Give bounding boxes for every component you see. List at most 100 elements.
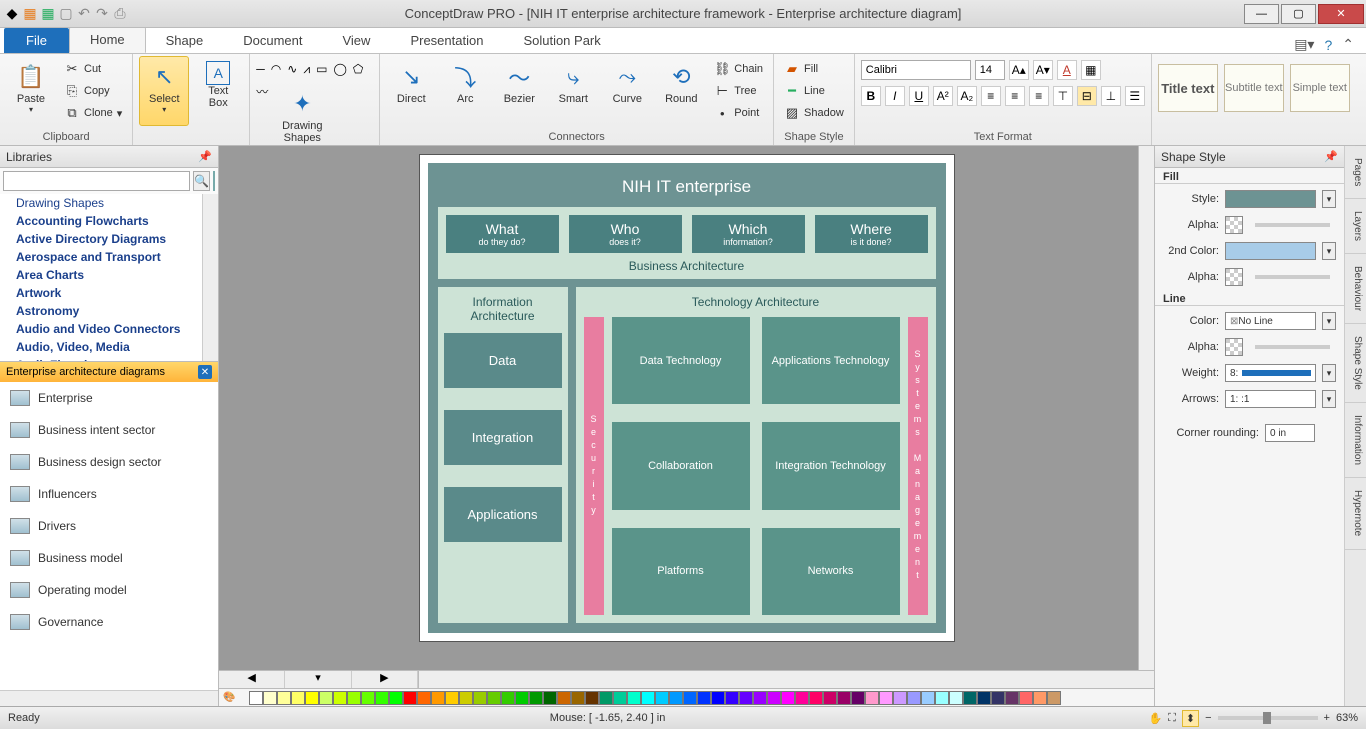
palette-swatch[interactable]: [613, 691, 627, 705]
lib-item[interactable]: Accounting Flowcharts: [0, 212, 218, 230]
palette-swatch[interactable]: [977, 691, 991, 705]
second-color-combo[interactable]: [1225, 242, 1316, 260]
line-weight-combo[interactable]: 8:: [1225, 364, 1316, 382]
palette-swatch[interactable]: [851, 691, 865, 705]
palette-swatch[interactable]: [795, 691, 809, 705]
palette-swatch[interactable]: [501, 691, 515, 705]
tab-view[interactable]: View: [322, 28, 390, 53]
align-center-button[interactable]: ≡: [1005, 86, 1025, 106]
category-header[interactable]: Enterprise architecture diagrams✕: [0, 362, 218, 382]
spline-tool-icon[interactable]: ∿: [287, 62, 297, 76]
library-search-input[interactable]: [3, 171, 190, 191]
line-alpha-slider[interactable]: [1225, 338, 1243, 356]
side-tab-shape-style[interactable]: Shape Style: [1345, 324, 1366, 403]
shape-item[interactable]: Business intent sector: [0, 414, 218, 446]
style-title[interactable]: Title text: [1158, 64, 1218, 112]
line-color-combo[interactable]: ⊠ No Line: [1225, 312, 1316, 330]
palette-swatch[interactable]: [403, 691, 417, 705]
palette-swatch[interactable]: [935, 691, 949, 705]
zoom-slider[interactable]: [1218, 716, 1318, 720]
palette-swatch[interactable]: [291, 691, 305, 705]
pin-icon[interactable]: 📌: [1324, 150, 1338, 163]
palette-swatch[interactable]: [557, 691, 571, 705]
underline-button[interactable]: U: [909, 86, 929, 106]
palette-swatch[interactable]: [963, 691, 977, 705]
bullets-button[interactable]: ☰: [1125, 86, 1145, 106]
close-button[interactable]: ✕: [1318, 4, 1364, 24]
shape-item[interactable]: Influencers: [0, 478, 218, 510]
fill-alpha-slider[interactable]: [1225, 216, 1243, 234]
align-left-button[interactable]: ≡: [981, 86, 1001, 106]
tree-button[interactable]: ⊢Tree: [710, 81, 767, 101]
ba-cell[interactable]: Whichinformation?: [692, 215, 805, 253]
palette-swatch[interactable]: [431, 691, 445, 705]
palette-swatch[interactable]: [319, 691, 333, 705]
lib-item[interactable]: Astronomy: [0, 302, 218, 320]
decrease-font-button[interactable]: A▾: [1033, 60, 1053, 80]
round-button[interactable]: ⟲Round: [656, 56, 706, 126]
tab-document[interactable]: Document: [223, 28, 322, 53]
side-tab-layers[interactable]: Layers: [1345, 199, 1366, 254]
chain-button[interactable]: ⛓Chain: [710, 59, 767, 79]
palette-swatch[interactable]: [585, 691, 599, 705]
palette-swatch[interactable]: [921, 691, 935, 705]
page[interactable]: NIH IT enterprise Whatdo they do? Whodoe…: [419, 154, 955, 642]
pin-icon[interactable]: 📌: [198, 150, 212, 163]
bold-button[interactable]: B: [861, 86, 881, 106]
cut-button[interactable]: ✂Cut: [60, 59, 126, 79]
shape-item[interactable]: Operating model: [0, 574, 218, 606]
drawing-shapes-button[interactable]: ✦Drawing Shapes: [274, 83, 330, 153]
palette-swatch[interactable]: [347, 691, 361, 705]
dd-icon[interactable]: ▾: [1322, 312, 1336, 330]
side-tab-hypernote[interactable]: Hypernote: [1345, 478, 1366, 549]
palette-swatch[interactable]: [823, 691, 837, 705]
lib-item[interactable]: Active Directory Diagrams: [0, 230, 218, 248]
ta-cell[interactable]: Applications Technology: [762, 317, 900, 404]
close-category-icon[interactable]: ✕: [198, 365, 212, 379]
tab-shape[interactable]: Shape: [146, 28, 224, 53]
lib-item[interactable]: Area Charts: [0, 266, 218, 284]
qa-save-icon[interactable]: ▦: [22, 6, 38, 22]
palette-swatch[interactable]: [907, 691, 921, 705]
align-middle-button[interactable]: ⊟: [1077, 86, 1097, 106]
palette-swatch[interactable]: [473, 691, 487, 705]
view-mode-button[interactable]: [213, 171, 215, 191]
palette-swatch[interactable]: [809, 691, 823, 705]
qa-new-icon[interactable]: ▦: [40, 6, 56, 22]
ba-cell[interactable]: Whereis it done?: [815, 215, 928, 253]
palette-swatch[interactable]: [739, 691, 753, 705]
side-tab-behaviour[interactable]: Behaviour: [1345, 254, 1366, 324]
dd-icon[interactable]: ▾: [1322, 390, 1336, 408]
palette-swatch[interactable]: [725, 691, 739, 705]
bezier-tool-icon[interactable]: 〰: [256, 83, 268, 100]
tab-home[interactable]: Home: [69, 26, 146, 53]
ba-cell[interactable]: Whatdo they do?: [446, 215, 559, 253]
palette-swatch[interactable]: [711, 691, 725, 705]
maximize-button[interactable]: ▢: [1281, 4, 1316, 24]
shape-item[interactable]: Drivers: [0, 510, 218, 542]
library-tree[interactable]: Drawing Shapes Accounting Flowcharts Act…: [0, 194, 218, 362]
hand-tool-icon[interactable]: ✋: [1148, 712, 1162, 725]
canvas-hscroll[interactable]: [419, 671, 1154, 688]
lib-item[interactable]: Audio, Video, Media: [0, 338, 218, 356]
dd-icon[interactable]: ▾: [1322, 242, 1336, 260]
palette-swatch[interactable]: [417, 691, 431, 705]
superscript-button[interactable]: A²: [933, 86, 953, 106]
side-tab-information[interactable]: Information: [1345, 403, 1366, 478]
ta-cell[interactable]: Collaboration: [612, 422, 750, 509]
fill-style-combo[interactable]: [1225, 190, 1316, 208]
page-next[interactable]: ▶: [352, 671, 418, 688]
qa-open-icon[interactable]: ▢: [58, 6, 74, 22]
style-subtitle[interactable]: Subtitle text: [1224, 64, 1284, 112]
zoom-out-button[interactable]: −: [1205, 712, 1211, 724]
ia-cell[interactable]: Applications: [444, 487, 562, 542]
subscript-button[interactable]: A₂: [957, 86, 977, 106]
side-tab-pages[interactable]: Pages: [1345, 146, 1366, 199]
palette-swatch[interactable]: [459, 691, 473, 705]
arrows-combo[interactable]: 1: :1: [1225, 390, 1316, 408]
palette-swatch[interactable]: [865, 691, 879, 705]
page-sel[interactable]: ▾: [285, 671, 351, 688]
clone-button[interactable]: ⧉Clone ▾: [60, 103, 126, 123]
ta-cell[interactable]: Integration Technology: [762, 422, 900, 509]
palette-swatch[interactable]: [949, 691, 963, 705]
